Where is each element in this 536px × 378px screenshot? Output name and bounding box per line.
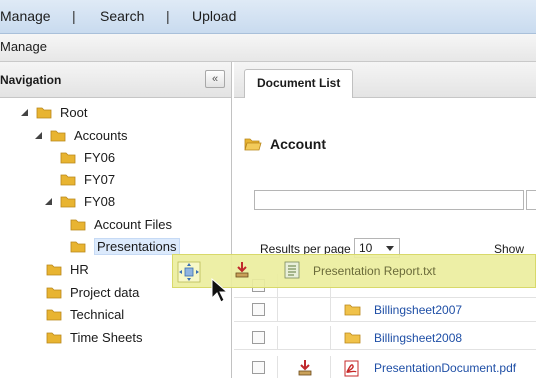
dragged-file-label: Presentation Report.txt	[313, 264, 436, 278]
column-divider	[277, 326, 278, 350]
text-file-icon	[283, 261, 301, 282]
results-per-page-value: 10	[359, 241, 373, 255]
expand-triangle-icon[interactable]	[34, 130, 44, 140]
tab-document-list[interactable]: Document List	[244, 69, 354, 99]
row-checkbox[interactable]	[252, 361, 265, 374]
tree-node-account-files[interactable]: Account Files	[70, 213, 172, 235]
column-divider	[330, 298, 331, 322]
tree-node-fy06[interactable]: FY06	[60, 146, 115, 168]
top-nav-bar: Manage | Search | Upload	[0, 0, 536, 34]
tree-node-label: Project data	[70, 284, 140, 300]
row-checkbox[interactable]	[252, 303, 265, 316]
expand-triangle-icon[interactable]	[20, 107, 30, 117]
tree-node-label: Root	[60, 104, 88, 120]
folder-icon	[70, 217, 86, 231]
folder-icon	[50, 128, 66, 142]
download-icon	[233, 261, 251, 282]
page-title: Manage	[0, 39, 47, 54]
folder-icon	[344, 302, 362, 319]
expand-triangle-icon[interactable]	[44, 196, 54, 206]
tree-node-fy08[interactable]: FY08	[44, 190, 115, 212]
document-link[interactable]: Billingsheet2008	[374, 331, 462, 345]
nav-search-link[interactable]: Search	[100, 8, 144, 24]
tree-node-label: FY08	[84, 193, 116, 209]
column-divider	[277, 356, 278, 378]
navigation-title: Navigation	[0, 73, 62, 87]
folder-title-text: Account	[270, 136, 326, 152]
column-divider	[277, 298, 278, 322]
folder-icon	[60, 194, 76, 208]
tree-node-label: Technical	[70, 306, 125, 322]
download-icon[interactable]	[296, 359, 314, 378]
nav-manage-link[interactable]: Manage	[0, 8, 51, 24]
collapse-panel-button[interactable]: «	[205, 70, 225, 88]
row-checkbox[interactable]	[252, 331, 265, 344]
move-arrows-icon	[177, 261, 201, 283]
nav-separator: |	[166, 8, 170, 24]
sub-header-bar: Manage	[0, 34, 536, 62]
tree-node-project-data[interactable]: Project data	[46, 281, 139, 303]
tree-node-presentations[interactable]: Presentations	[70, 235, 180, 257]
table-row[interactable]: PresentationDocument.pdf	[234, 356, 536, 378]
folder-icon	[46, 285, 62, 299]
nav-upload-link[interactable]: Upload	[192, 8, 236, 24]
open-folder-icon	[244, 137, 262, 151]
tree-node-time-sheets[interactable]: Time Sheets	[46, 326, 143, 348]
folder-icon	[36, 105, 52, 119]
chevron-down-icon	[386, 246, 394, 251]
folder-icon	[70, 239, 86, 253]
table-row[interactable]: Billingsheet2008	[234, 326, 536, 350]
filter-input[interactable]	[254, 190, 524, 210]
tree-node-hr[interactable]: HR	[46, 258, 89, 280]
nav-separator: |	[72, 8, 76, 24]
column-divider	[330, 356, 331, 378]
document-list-panel: Document List Account Results per page 1…	[234, 62, 536, 378]
navigation-panel: Navigation « Root Accounts FY06 FY07 FY0…	[0, 62, 232, 378]
table-row[interactable]: Billingsheet2007	[234, 298, 536, 322]
document-link[interactable]: Billingsheet2007	[374, 303, 462, 317]
folder-icon	[46, 330, 62, 344]
pdf-icon	[344, 360, 360, 378]
tree-node-root[interactable]: Root	[20, 101, 87, 123]
folder-icon	[60, 172, 76, 186]
tree-node-technical[interactable]: Technical	[46, 303, 124, 325]
tree-node-fy07[interactable]: FY07	[60, 168, 115, 190]
folder-icon	[60, 150, 76, 164]
folder-icon	[46, 307, 62, 321]
tree-node-label: HR	[70, 261, 89, 277]
tree-node-label: FY07	[84, 171, 116, 187]
document-link[interactable]: PresentationDocument.pdf	[374, 361, 516, 375]
navigation-header: Navigation «	[0, 62, 231, 98]
tree-node-label: Time Sheets	[70, 329, 143, 345]
current-folder-title: Account	[244, 136, 326, 152]
mouse-pointer-icon	[210, 277, 230, 304]
tree-node-accounts[interactable]: Accounts	[34, 124, 127, 146]
folder-icon	[46, 262, 62, 276]
tree-node-label: Accounts	[74, 127, 128, 143]
tree-node-label: Presentations	[94, 237, 180, 255]
folder-icon	[344, 330, 362, 347]
filter-button[interactable]	[526, 190, 536, 210]
column-divider	[330, 326, 331, 350]
tree-node-label: Account Files	[94, 216, 173, 232]
tree-node-label: FY06	[84, 149, 116, 165]
tab-bar: Document List	[234, 62, 536, 99]
